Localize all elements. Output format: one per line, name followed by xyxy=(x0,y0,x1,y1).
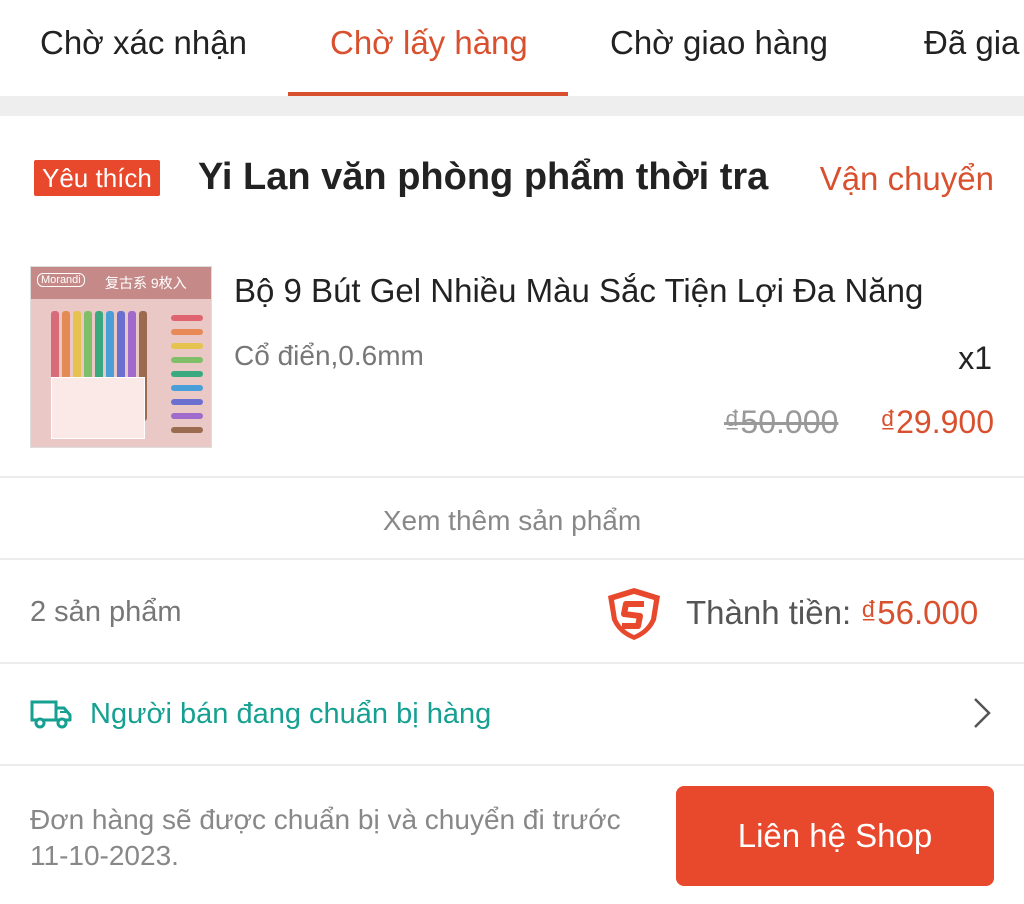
total-label: Thành tiền: xyxy=(686,594,852,631)
tab-pending-confirmation[interactable]: Chờ xác nhận xyxy=(40,24,247,62)
shop-name[interactable]: Yi Lan văn phòng phẩm thời tra xyxy=(198,156,768,199)
order-status-tabs: Chờ xác nhận Chờ lấy hàng Chờ giao hàng … xyxy=(0,0,1024,96)
view-more-products-link[interactable]: Xem thêm sản phẩm xyxy=(0,505,1024,537)
divider xyxy=(0,764,1024,766)
tab-awaiting-delivery[interactable]: Chờ giao hàng xyxy=(610,24,828,62)
sale-price: ₫29.900 xyxy=(879,404,994,440)
pen-tip-graphic xyxy=(171,399,203,405)
order-total: Thành tiền: ₫56.000 xyxy=(686,594,978,632)
pen-tip-graphic xyxy=(171,357,203,363)
contact-shop-button[interactable]: Liên hệ Shop xyxy=(676,786,994,886)
total-value: ₫56.000 xyxy=(860,594,979,631)
pen-tip-graphic xyxy=(171,343,203,349)
thumbnail-card xyxy=(51,377,145,439)
thumbnail-label: 复古系 9枚入 xyxy=(105,275,187,291)
shield-icon xyxy=(608,588,660,640)
tab-delivered[interactable]: Đã gia xyxy=(924,24,1019,62)
pen-tip-graphic xyxy=(171,427,203,433)
favorite-shop-badge: Yêu thích xyxy=(34,160,160,196)
pen-tip-graphic xyxy=(171,329,203,335)
pen-tip-graphic xyxy=(171,385,203,391)
item-count: 2 sản phẩm xyxy=(30,596,182,628)
order-status-label: Vận chuyển xyxy=(819,160,994,197)
tab-awaiting-pickup[interactable]: Chờ lấy hàng xyxy=(330,24,528,62)
pen-tip-graphic xyxy=(171,315,203,321)
product-variant: Cổ điển,0.6mm xyxy=(234,340,424,371)
divider xyxy=(0,558,1024,560)
pen-tip-graphic xyxy=(171,413,203,419)
shipping-status-message[interactable]: Người bán đang chuẩn bị hàng xyxy=(90,698,491,731)
product-quantity: x1 xyxy=(958,340,992,376)
product-thumbnail[interactable]: Morandi 复古系 9枚入 xyxy=(30,266,212,448)
original-price: ₫50.000 xyxy=(724,404,839,440)
thumbnail-brand: Morandi xyxy=(37,273,85,287)
pen-tip-graphic xyxy=(171,371,203,377)
product-name[interactable]: Bộ 9 Bút Gel Nhiều Màu Sắc Tiện Lợi Đa N… xyxy=(234,272,923,310)
divider xyxy=(0,662,1024,664)
section-divider xyxy=(0,96,1024,116)
preparation-note: Đơn hàng sẽ được chuẩn bị và chuyển đi t… xyxy=(30,804,621,871)
truck-icon xyxy=(30,700,72,729)
chevron-right-icon[interactable] xyxy=(970,696,994,730)
divider xyxy=(0,476,1024,478)
